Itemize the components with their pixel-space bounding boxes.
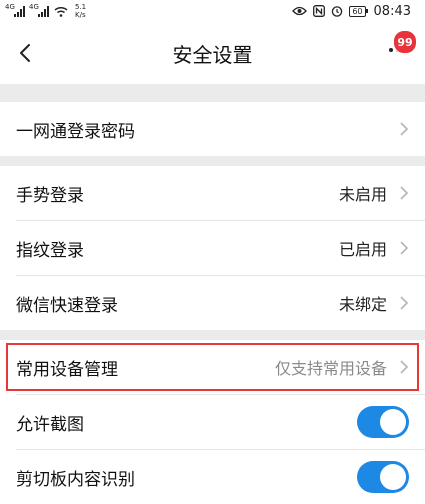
- chevron-right-icon: [400, 360, 409, 374]
- speed-unit: K/s: [75, 11, 86, 19]
- row-label: 允许截图: [16, 414, 84, 435]
- row-wechat-login[interactable]: 微信快速登录 未绑定: [0, 276, 425, 330]
- nfc-icon: [313, 5, 326, 17]
- notification-badge: 99: [393, 30, 417, 54]
- section-gap: [0, 156, 425, 166]
- section-gap: [0, 330, 425, 340]
- signal-icon: 4G: [5, 2, 25, 17]
- chevron-right-icon: [400, 122, 409, 136]
- row-value: 仅支持常用设备: [274, 359, 387, 378]
- alarm-icon: [332, 6, 343, 17]
- row-label: 指纹登录: [16, 240, 84, 261]
- signal-label: 4G: [5, 2, 15, 11]
- status-bar: 4G 4G 5.1 K/s 60 08:43: [0, 0, 425, 22]
- status-right: 60 08:43: [292, 4, 411, 19]
- section-gap: [0, 84, 425, 102]
- row-login-password[interactable]: 一网通登录密码: [0, 102, 425, 156]
- row-label: 手势登录: [16, 185, 84, 206]
- row-label: 剪切板内容识别: [16, 469, 135, 490]
- speed-value: 5.1: [75, 3, 87, 11]
- row-label: 微信快速登录: [16, 295, 118, 316]
- battery-level: 60: [349, 5, 366, 17]
- wifi-icon: [54, 6, 68, 17]
- signal-icon-2: 4G: [29, 2, 49, 17]
- battery-icon: 60: [349, 5, 368, 17]
- chevron-right-icon: [400, 186, 409, 200]
- row-device-management[interactable]: 常用设备管理 仅支持常用设备: [0, 340, 425, 394]
- row-label: 一网通登录密码: [16, 121, 135, 142]
- signal-label-2: 4G: [29, 2, 39, 11]
- row-fingerprint-login[interactable]: 指纹登录 已启用: [0, 221, 425, 275]
- row-gesture-login[interactable]: 手势登录 未启用: [0, 166, 425, 220]
- row-allow-screenshot: 允许截图: [0, 395, 425, 449]
- nav-bar: 安全设置 99: [0, 22, 425, 84]
- chevron-right-icon: [400, 296, 409, 310]
- clipboard-toggle[interactable]: [357, 461, 409, 493]
- clock: 08:43: [373, 3, 411, 19]
- page-title: 安全设置: [172, 42, 253, 67]
- chevron-right-icon: [400, 241, 409, 255]
- eye-icon: [292, 6, 308, 16]
- row-value: 已启用: [338, 240, 387, 259]
- row-label: 常用设备管理: [16, 359, 118, 380]
- row-value: 未启用: [338, 185, 387, 204]
- back-icon[interactable]: [16, 43, 36, 63]
- row-clipboard-recognition: 剪切板内容识别: [0, 450, 425, 504]
- screenshot-toggle[interactable]: [357, 406, 409, 438]
- network-speed: 5.1 K/s: [75, 3, 86, 19]
- status-left: 4G 4G 5.1 K/s: [5, 2, 86, 20]
- row-value: 未绑定: [338, 295, 387, 314]
